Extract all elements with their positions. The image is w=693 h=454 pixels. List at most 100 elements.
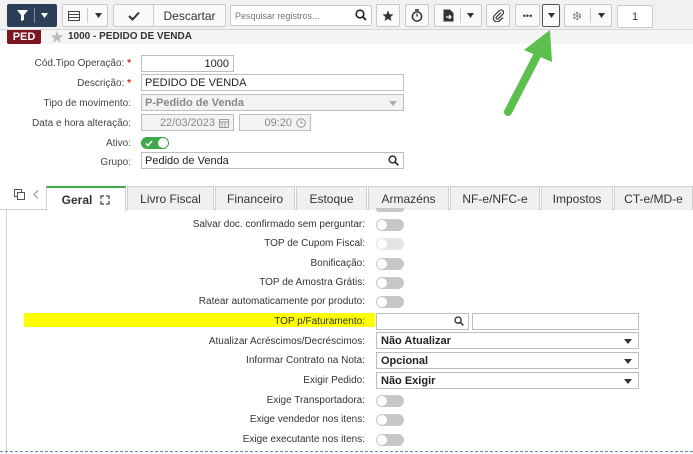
caret-down-icon [624, 379, 632, 384]
search-icon[interactable] [454, 316, 464, 326]
stopwatch-icon [411, 9, 423, 22]
chevron-down-icon [547, 13, 555, 18]
tab-financeiro[interactable]: Financeiro [215, 186, 295, 210]
tab-estoque[interactable]: Estoque [296, 186, 367, 210]
filter-button[interactable] [7, 4, 57, 27]
descricao-field[interactable]: PEDIDO DE VENDA [141, 74, 404, 91]
top-faturamento-field[interactable] [376, 313, 469, 330]
chevron-left-icon[interactable] [33, 190, 39, 199]
exige-vendedor-toggle[interactable] [376, 414, 404, 426]
informar-contrato-label: Informar Contrato na Nota: [246, 355, 365, 366]
exige-vendedor-label: Exige vendedor nos itens: [249, 414, 365, 425]
salvar-doc-toggle[interactable] [376, 219, 404, 231]
data-hora-label: Data e hora alteração: [32, 118, 131, 129]
informar-contrato-select[interactable]: Opcional [376, 352, 639, 369]
top-cupom-label: TOP de Cupom Fiscal: [264, 238, 365, 249]
tab-cte-mde[interactable]: CT-e/MD-e [614, 186, 693, 210]
filter-icon [16, 10, 28, 21]
top-faturamento-label: TOP p/Faturamento: [274, 316, 365, 327]
grupo-value: Pedido de Venda [145, 154, 229, 167]
atualizar-acrescimos-label: Atualizar Acréscimos/Decréscimos: [208, 336, 365, 347]
grupo-field[interactable]: Pedido de Venda [141, 152, 404, 169]
star-icon[interactable] [50, 30, 64, 44]
content-border [6, 210, 7, 454]
bonificacao-toggle[interactable] [376, 258, 404, 270]
confirm-discard-group: Descartar [113, 4, 226, 27]
cod-tipo-operacao-field[interactable]: 1000 [141, 55, 234, 72]
export-button[interactable] [434, 4, 482, 27]
search-box [230, 5, 372, 26]
more-button[interactable]: ••• [515, 4, 540, 27]
chevron-down-icon [389, 101, 397, 106]
ratear-toggle[interactable] [376, 296, 404, 308]
separator [87, 8, 88, 23]
record-badge: PED [7, 30, 41, 44]
tab-label: Geral [61, 192, 93, 207]
chevron-down-icon [598, 13, 605, 18]
grid-view-icon [68, 10, 80, 21]
exige-executante-label: Exige executante nos itens: [242, 434, 365, 445]
more-label: ••• [522, 10, 533, 21]
confirm-button[interactable] [114, 5, 154, 26]
discard-button[interactable]: Descartar [154, 9, 225, 23]
timer-button[interactable] [405, 4, 429, 27]
tab-geral[interactable]: Geral [46, 186, 126, 211]
paperclip-icon [492, 9, 504, 22]
exige-executante-toggle[interactable] [376, 434, 404, 446]
tab-nfe-nfce[interactable]: NF-e/NFC-e [450, 186, 540, 210]
chevron-down-icon [466, 13, 474, 18]
top-amostra-toggle[interactable] [376, 277, 404, 289]
tipo-movimento-label: Tipo de movimento: [43, 98, 131, 109]
settings-button[interactable] [564, 4, 612, 27]
exige-transportadora-toggle[interactable] [376, 395, 404, 407]
exigir-pedido-value: Não Exigir [381, 374, 436, 387]
calendar-icon [219, 119, 229, 128]
search-icon[interactable] [388, 155, 399, 166]
atualizar-acrescimos-select[interactable]: Não Atualizar [376, 332, 639, 349]
more-dropdown-button[interactable] [542, 4, 560, 27]
ativo-toggle[interactable] [141, 137, 169, 149]
gear-icon [572, 11, 582, 20]
separator [590, 8, 591, 23]
bonificacao-label: Bonificação: [310, 258, 365, 269]
top-faturamento-description [472, 313, 639, 330]
separator [459, 8, 461, 23]
clock-icon [296, 118, 306, 128]
check-icon [145, 139, 153, 147]
hora-value: 09:20 [264, 116, 292, 129]
data-alteracao-field: 22/03/2023 [141, 114, 234, 131]
tab-armazens[interactable]: Armazéns [368, 186, 449, 210]
ratear-label: Ratear automaticamente por produto: [198, 296, 365, 307]
document-export-icon [443, 9, 453, 22]
copy-icon[interactable] [14, 189, 25, 200]
tipo-movimento-select: P-Pedido de Venda [141, 94, 404, 111]
tab-impostos[interactable]: Impostos [541, 186, 613, 210]
partial-toggle [376, 208, 404, 212]
exige-transportadora-label: Exige Transportadora: [266, 395, 365, 406]
search-icon[interactable] [355, 9, 367, 21]
star-icon [382, 10, 394, 21]
separator [33, 8, 35, 23]
expand-icon[interactable] [100, 194, 110, 205]
chevron-down-icon [95, 13, 102, 18]
check-icon [127, 11, 140, 21]
favorite-button[interactable] [376, 4, 400, 27]
tab-livro-fiscal[interactable]: Livro Fiscal [127, 186, 214, 210]
exigir-pedido-select[interactable]: Não Exigir [376, 372, 639, 389]
view-mode-button[interactable] [62, 4, 108, 27]
grupo-label: Grupo: [100, 157, 131, 168]
toolbar: Descartar ••• 1 [0, 0, 693, 30]
salvar-doc-label: Salvar doc. confirmado sem perguntar: [192, 219, 365, 230]
descricao-label: Descrição: * [77, 78, 131, 89]
exigir-pedido-label: Exigir Pedido: [303, 375, 365, 386]
caret-down-icon [624, 339, 632, 344]
cod-tipo-operacao-label: Cód.Tipo Operação: * [34, 58, 131, 69]
attachment-button[interactable] [486, 4, 510, 27]
selection-border [0, 451, 693, 452]
hora-alteracao-field: 09:20 [239, 114, 311, 131]
search-input[interactable] [231, 6, 349, 25]
informar-contrato-value: Opcional [381, 354, 429, 367]
ativo-label: Ativo: [105, 138, 131, 149]
page-number-input[interactable]: 1 [617, 5, 653, 28]
data-value: 22/03/2023 [159, 116, 215, 129]
